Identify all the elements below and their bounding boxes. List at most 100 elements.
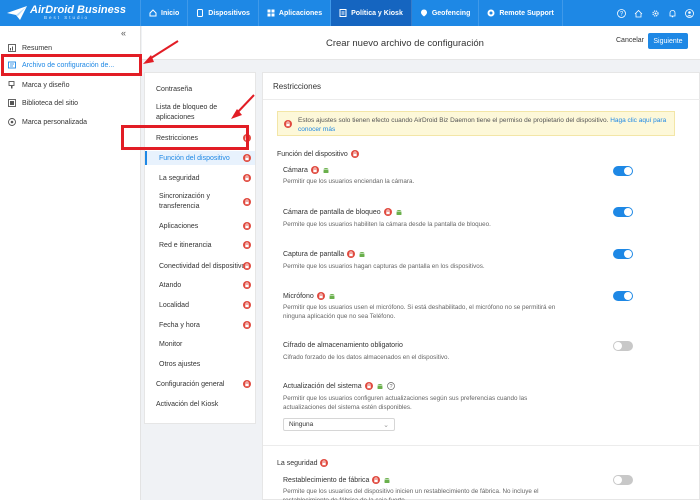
lock-icon (243, 241, 251, 249)
lock-icon (243, 222, 251, 230)
lock-icon (364, 382, 373, 390)
nav-label: Dispositivos (208, 9, 250, 17)
lock-icon (350, 150, 359, 158)
setting-title-text: Actualización del sistema (283, 382, 362, 390)
nav-label: Remote Support (499, 9, 554, 17)
nav-label: Geofencing (431, 9, 471, 17)
lock-icon (347, 250, 356, 258)
menu-item-aplicaciones[interactable]: Aplicaciones (159, 222, 198, 232)
lock-icon (243, 174, 251, 182)
sidebar-item-label: Marca y diseño (22, 81, 70, 89)
system-update-select[interactable]: Ninguna ⌄ (283, 418, 395, 431)
menu-item-localidad[interactable]: Localidad (159, 301, 189, 311)
help-icon[interactable]: ? (617, 8, 626, 18)
annotation-arrow-sidebar (143, 40, 179, 64)
paper-plane-icon (7, 6, 27, 20)
menu-item-monitor[interactable]: Monitor (159, 340, 182, 350)
next-button[interactable]: Siguiente (648, 33, 688, 49)
bell-icon[interactable] (668, 9, 677, 18)
restrictions-panel: Restricciones Estos ajustes solo tienen … (262, 72, 700, 500)
encryption-toggle[interactable] (613, 341, 633, 351)
notice-text: Estos ajustes solo tienen efecto cuando … (298, 117, 609, 124)
android-icon (358, 250, 366, 258)
gear-icon[interactable] (651, 9, 660, 18)
menu-item-seguridad[interactable]: La seguridad (159, 174, 199, 184)
sidebar-item-label: Resumen (22, 44, 52, 52)
setting-lockscreen-camera-desc: Permite que los usuarios habiliten la cá… (283, 221, 491, 228)
lock-icon (243, 198, 251, 206)
nav-inicio[interactable]: Inicio (140, 0, 189, 26)
setting-microphone-title: Micrófono (283, 292, 336, 300)
menu-item-activacion-kiosk[interactable]: Activación del Kiosk (156, 400, 218, 410)
collapse-sidebar-icon[interactable]: « (121, 28, 126, 38)
nav-aplicaciones[interactable]: Aplicaciones (259, 0, 332, 26)
nav-geofencing[interactable]: Geofencing (412, 0, 480, 26)
sidebar-item-marca-personalizada[interactable]: Marca personalizada (8, 116, 87, 128)
factory-reset-toggle[interactable] (613, 475, 633, 485)
lock-icon (316, 292, 325, 300)
lock-icon (243, 262, 251, 270)
setting-title-text: Cámara (283, 166, 308, 174)
screenshot-toggle[interactable] (613, 249, 633, 259)
select-value: Ninguna (289, 421, 314, 428)
brand-logo[interactable]: AirDroid Business Best Studio (0, 0, 140, 26)
camara-toggle[interactable] (613, 166, 633, 176)
library-icon (8, 99, 16, 107)
annotation-arrow-menu (231, 94, 255, 119)
nav-label: Aplicaciones (278, 9, 323, 17)
svg-text:?: ? (620, 11, 624, 17)
setting-system-update-desc: Permitir que los usuarios configuren act… (283, 395, 528, 411)
cancel-button[interactable]: Cancelar (616, 37, 644, 44)
lock-icon (310, 166, 319, 174)
menu-item-conectividad[interactable]: Conectividad del dispositivo (159, 262, 245, 272)
page-title: Crear nuevo archivo de configuración (326, 38, 484, 49)
support-icon (487, 9, 495, 17)
menu-item-atando[interactable]: Atando (159, 281, 181, 291)
top-right-icons: ? (617, 0, 694, 26)
section-divider (263, 445, 700, 446)
lockscreen-camera-toggle[interactable] (613, 207, 633, 217)
nav-label: Política y Kiosk (351, 9, 403, 17)
home-icon (149, 9, 157, 17)
sidebar-item-marca-diseno[interactable]: Marca y diseño (8, 79, 69, 91)
sidebar-item-resumen[interactable]: Resumen (8, 42, 52, 54)
annotation-highlight-menu (121, 125, 249, 150)
annotation-highlight-sidebar (1, 54, 142, 76)
menu-item-red-itinerancia[interactable]: Red e itinerancia (159, 241, 212, 251)
lock-icon (284, 120, 292, 128)
lock-icon (243, 301, 251, 309)
nav-remote-support[interactable]: Remote Support (479, 0, 563, 26)
menu-item-funcion-dispositivo[interactable]: Función del dispositivo (159, 154, 230, 164)
setting-encryption-desc: Cifrado forzado de los datos almacenados… (283, 354, 450, 361)
setting-lockscreen-camera-title: Cámara de pantalla de bloqueo (283, 208, 403, 216)
sidebar-item-biblioteca[interactable]: Biblioteca del sitio (8, 97, 78, 109)
home-outline-icon[interactable] (634, 9, 643, 18)
sidebar-item-label: Marca personalizada (22, 118, 87, 126)
menu-item-otros-ajustes[interactable]: Otros ajustes (159, 360, 200, 370)
lock-icon (243, 154, 251, 162)
setting-factory-reset-title: Restablecimiento de fábrica (283, 476, 391, 484)
section-funcion-dispositivo: Función del dispositivo (277, 150, 359, 158)
main-nav: Inicio Dispositivos Aplicaciones Polític… (140, 0, 563, 26)
menu-item-configuracion-general[interactable]: Configuración general (156, 380, 225, 390)
lock-icon (243, 380, 251, 388)
setting-camara-title: Cámara (283, 166, 330, 174)
microphone-toggle[interactable] (613, 291, 633, 301)
user-avatar-icon[interactable] (685, 8, 694, 18)
nav-politica-kiosk[interactable]: Política y Kiosk (331, 0, 412, 26)
setting-screenshot-title: Captura de pantalla (283, 250, 366, 258)
geofence-icon (420, 9, 428, 17)
help-icon[interactable]: ? (386, 382, 395, 390)
nav-dispositivos[interactable]: Dispositivos (188, 0, 259, 26)
panel-title: Restricciones (273, 82, 322, 91)
android-icon (322, 166, 330, 174)
page-header: Crear nuevo archivo de configuración Can… (142, 26, 700, 60)
brand-subtitle: Best Studio (44, 15, 90, 21)
menu-item-sincronizacion[interactable]: Sincronización y transferencia (159, 192, 237, 212)
setting-microphone-desc: Permitir que los usuarios usen el micróf… (283, 304, 556, 320)
menu-item-contrasena[interactable]: Contraseña (156, 85, 192, 95)
android-icon (328, 292, 336, 300)
section-seguridad: La seguridad (277, 459, 329, 467)
setting-factory-reset-desc: Permite que los usuarios del dispositivo… (283, 488, 539, 500)
menu-item-fecha-hora[interactable]: Fecha y hora (159, 321, 200, 331)
